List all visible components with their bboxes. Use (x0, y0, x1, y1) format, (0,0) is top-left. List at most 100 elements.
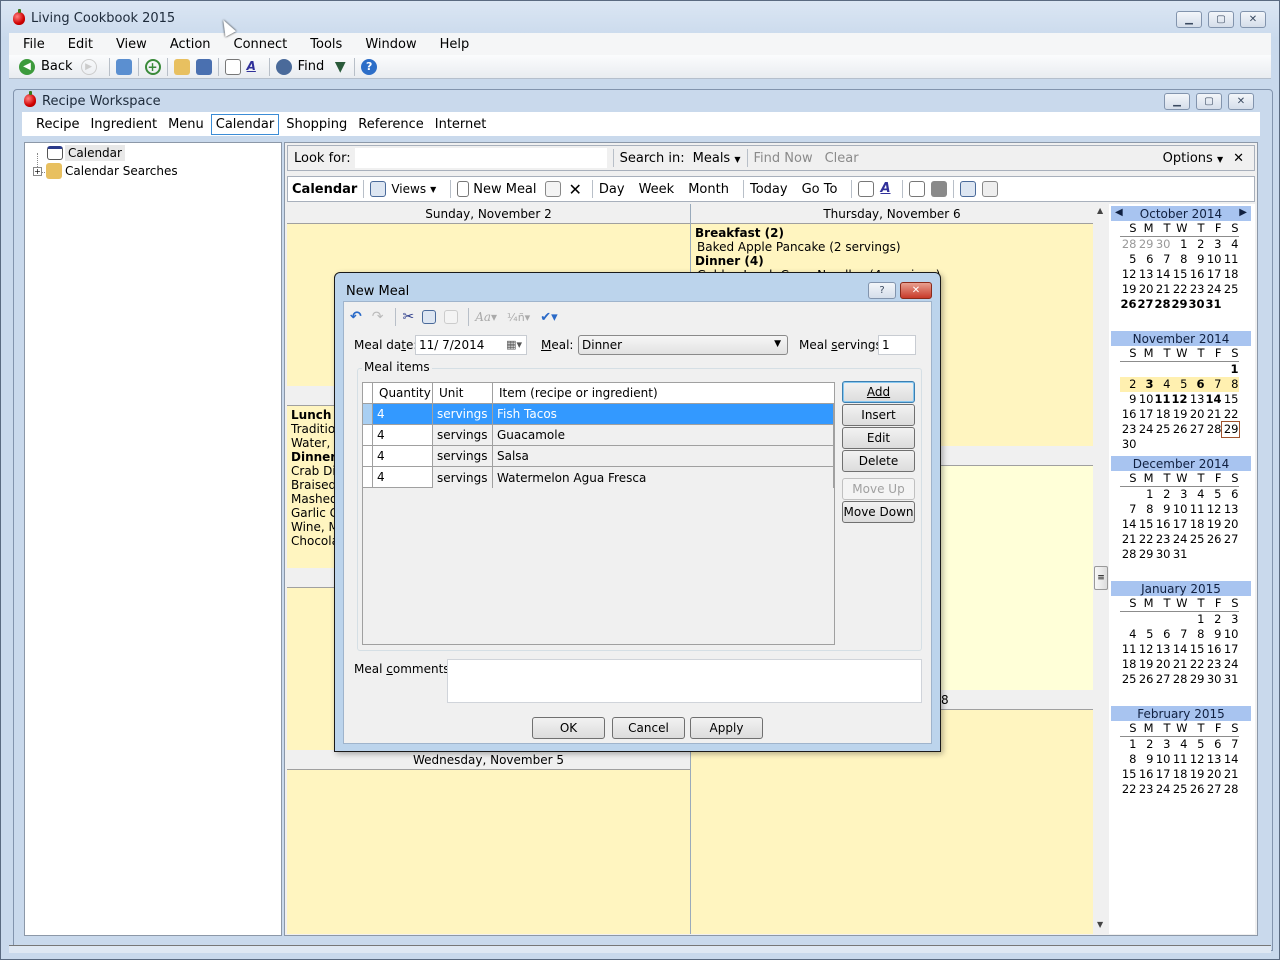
day-cell-wednesday[interactable] (287, 770, 690, 934)
tab-menu[interactable]: Menu (164, 115, 208, 134)
calendar-day[interactable]: 25 (1171, 782, 1188, 797)
week-view-button[interactable]: Week (639, 182, 675, 197)
calendar-day[interactable]: 21 (1222, 767, 1239, 782)
refresh-icon[interactable] (858, 181, 875, 197)
calendar-day[interactable]: 28 (1120, 547, 1137, 562)
calendar-day[interactable]: 11 (1222, 252, 1239, 267)
insert-button[interactable]: Insert (842, 404, 915, 426)
calendar-day[interactable]: 3 (1136, 377, 1154, 392)
calendar-day[interactable]: 30 (1120, 437, 1137, 452)
calendar-day[interactable]: 15 (1120, 767, 1137, 782)
calendar-day[interactable]: 21 (1154, 282, 1171, 297)
calendar-day[interactable]: 23 (1205, 657, 1222, 672)
calendar-day[interactable]: 29 (1171, 297, 1187, 312)
back-button[interactable]: ◀ Back (19, 58, 73, 75)
cell-item[interactable]: Guacamole (493, 425, 834, 446)
calendar-day[interactable]: 1 (1222, 362, 1238, 377)
calendar-day[interactable]: 11 (1154, 392, 1170, 407)
calendar-day[interactable]: 7 (1154, 252, 1170, 267)
delete-icon[interactable]: ✕ (569, 180, 582, 199)
today-button[interactable]: Today (750, 182, 788, 197)
minimize-button[interactable]: ▁ (1176, 11, 1202, 28)
calendar-day[interactable]: 5 (1205, 487, 1221, 502)
options-dropdown[interactable]: Options ▼ (1163, 151, 1223, 166)
filter-icon[interactable]: ▼ (332, 59, 348, 75)
calendar-day[interactable]: 11 (1171, 752, 1188, 767)
cell-unit[interactable]: servings (433, 467, 493, 488)
cell-unit[interactable]: servings (433, 425, 493, 446)
calendar-day[interactable]: 15 (1171, 267, 1188, 282)
workspace-maximize-button[interactable]: ▢ (1196, 93, 1222, 110)
refresh-icon[interactable] (224, 58, 241, 75)
calendar-day[interactable]: 3 (1222, 612, 1238, 627)
cell-item[interactable]: Fish Tacos (493, 404, 834, 425)
calendar-day[interactable]: 21 (1171, 657, 1188, 672)
menu-file[interactable]: File (23, 37, 45, 52)
scroll-up-icon[interactable]: ▲ (1097, 206, 1103, 215)
calendar-day[interactable]: 9 (1120, 392, 1136, 407)
tab-recipe[interactable]: Recipe (32, 115, 83, 134)
calendar-day[interactable]: 9 (1205, 627, 1221, 642)
table-row[interactable]: 4 servings Fish Tacos (363, 404, 834, 425)
calendar-day[interactable]: 8 (1137, 502, 1153, 517)
calendar-day[interactable]: 27 (1222, 532, 1239, 547)
add-button[interactable]: Add (842, 381, 915, 403)
menu-connect[interactable]: Connect (234, 37, 288, 52)
calendar-day[interactable]: 4 (1188, 487, 1204, 502)
calendar-day[interactable]: 27 (1137, 297, 1153, 312)
calendar-day[interactable]: 12 (1120, 267, 1137, 282)
calendar-day[interactable]: 3 (1171, 487, 1187, 502)
calendar-day[interactable]: 15 (1222, 392, 1239, 407)
calendar-day[interactable]: 19 (1171, 407, 1188, 422)
row-selector[interactable] (363, 404, 373, 425)
row-selector[interactable] (363, 425, 373, 446)
calendar-day[interactable]: 30 (1154, 237, 1171, 252)
move-down-button[interactable]: Move Down (842, 501, 915, 523)
calendar-day[interactable]: 5 (1120, 252, 1136, 267)
calendar-day[interactable]: 31 (1222, 672, 1239, 687)
calendar-day[interactable]: 16 (1137, 767, 1154, 782)
calendar-day[interactable]: 13 (1137, 267, 1154, 282)
calendar-day[interactable]: 19 (1205, 517, 1222, 532)
calendar-day[interactable]: 23 (1154, 532, 1171, 547)
calendar-day[interactable]: 12 (1188, 752, 1205, 767)
calendar-day[interactable]: 14 (1222, 752, 1239, 767)
ok-button[interactable]: OK (532, 717, 605, 739)
calendar-day[interactable]: 1 (1188, 612, 1204, 627)
calendar-day[interactable]: 9 (1154, 502, 1170, 517)
calendar-day[interactable]: 22 (1120, 782, 1137, 797)
delete-button[interactable]: Delete (842, 450, 915, 472)
workspace-close-button[interactable]: ✕ (1228, 93, 1254, 110)
calendar-day[interactable]: 9 (1188, 252, 1204, 267)
calendar-day[interactable]: 31 (1171, 547, 1188, 562)
calendar-day[interactable]: 13 (1188, 392, 1205, 407)
calendar-day[interactable]: 23 (1188, 282, 1205, 297)
calendar-day[interactable]: 5 (1137, 627, 1153, 642)
find-now-button[interactable]: Find Now (754, 151, 813, 166)
menu-action[interactable]: Action (170, 37, 211, 52)
cell-quantity[interactable]: 4 (373, 425, 433, 446)
calendar-day[interactable]: 16 (1120, 407, 1137, 422)
prev-month-icon[interactable]: ◀ (1115, 207, 1123, 218)
calendar-day[interactable]: 29 (1188, 672, 1205, 687)
column-header-unit[interactable]: Unit (433, 383, 493, 404)
undo-icon[interactable]: ↶ (350, 309, 362, 325)
calendar-day[interactable]: 8 (1221, 377, 1239, 392)
calendar-day[interactable]: 17 (1137, 407, 1154, 422)
cell-quantity[interactable]: 4 (373, 404, 433, 425)
calendar-day[interactable]: 17 (1154, 767, 1171, 782)
day-view-button[interactable]: Day (599, 182, 625, 197)
calendar-day[interactable]: 18 (1171, 767, 1188, 782)
calendar-day[interactable]: 22 (1188, 657, 1205, 672)
calendar-day[interactable]: 17 (1171, 517, 1188, 532)
table-row[interactable]: 4 servings Guacamole (363, 425, 834, 446)
calendar-day[interactable]: 16 (1154, 517, 1171, 532)
calendar-day[interactable]: 24 (1222, 657, 1239, 672)
calendar-day[interactable]: 24 (1137, 422, 1154, 437)
calendar-day[interactable]: 25 (1188, 532, 1205, 547)
clear-button[interactable]: Clear (825, 151, 859, 166)
calendar-day[interactable]: 18 (1120, 657, 1137, 672)
calendar-day[interactable]: 21 (1120, 532, 1137, 547)
meal-date-picker[interactable]: 11/ 7/2014 ▦▾ (415, 335, 527, 355)
font-icon[interactable]: A (247, 59, 263, 75)
